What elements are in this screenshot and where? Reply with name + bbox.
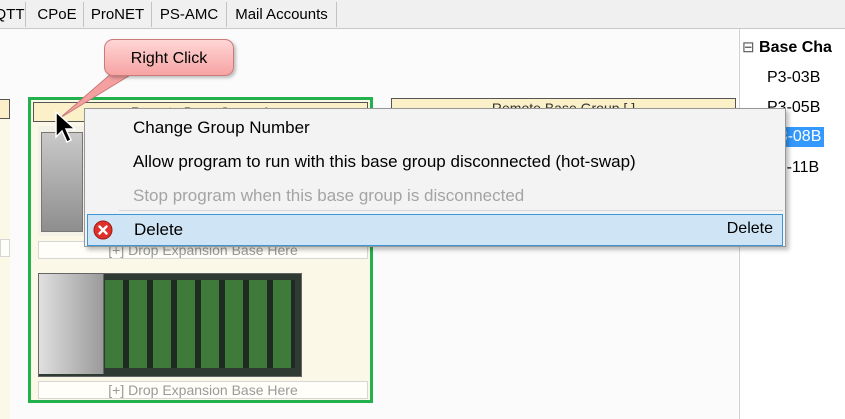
tab-mail-accounts[interactable]: Mail Accounts xyxy=(227,2,337,27)
drop-expansion-base-zone-2[interactable]: [+] Drop Expansion Base Here xyxy=(38,381,368,399)
tab-bar: QTT CPoE ProNET PS-AMC Mail Accounts xyxy=(0,0,845,29)
left-group-area xyxy=(0,119,10,419)
delete-label: Delete xyxy=(134,220,184,239)
left-group-header[interactable] xyxy=(0,99,10,119)
menu-item-allow-hot-swap[interactable]: Allow program to run with this base grou… xyxy=(133,152,636,172)
tab-cpoe[interactable]: CPoE xyxy=(31,2,84,27)
menu-item-stop-program: Stop program when this base group is dis… xyxy=(133,186,525,205)
context-menu: Change Group Number Allow program to run… xyxy=(84,108,786,247)
right-click-callout: Right Click xyxy=(104,39,234,76)
base-chassis-tree-header[interactable]: ⊟ Base Cha xyxy=(742,38,832,57)
tree-header-label: Base Cha xyxy=(759,39,832,56)
menu-item-delete[interactable]: Delete Delete xyxy=(87,214,783,246)
menu-separator xyxy=(119,210,783,211)
collapse-icon[interactable]: ⊟ xyxy=(742,39,755,56)
backplane xyxy=(105,280,295,368)
tab-mqtt[interactable]: QTT xyxy=(0,2,26,27)
delete-shortcut: Delete xyxy=(726,220,773,237)
delete-x-icon xyxy=(93,220,113,240)
cpu-module xyxy=(39,274,104,374)
base-rack-p3-08b[interactable] xyxy=(38,273,302,377)
mouse-cursor-icon xyxy=(55,110,77,144)
tab-ps-amc[interactable]: PS-AMC xyxy=(152,2,227,27)
tree-item-p3-03b[interactable]: P3-03B xyxy=(767,69,820,87)
left-drop-zone[interactable] xyxy=(0,239,10,257)
tab-pronet[interactable]: ProNET xyxy=(84,2,152,27)
